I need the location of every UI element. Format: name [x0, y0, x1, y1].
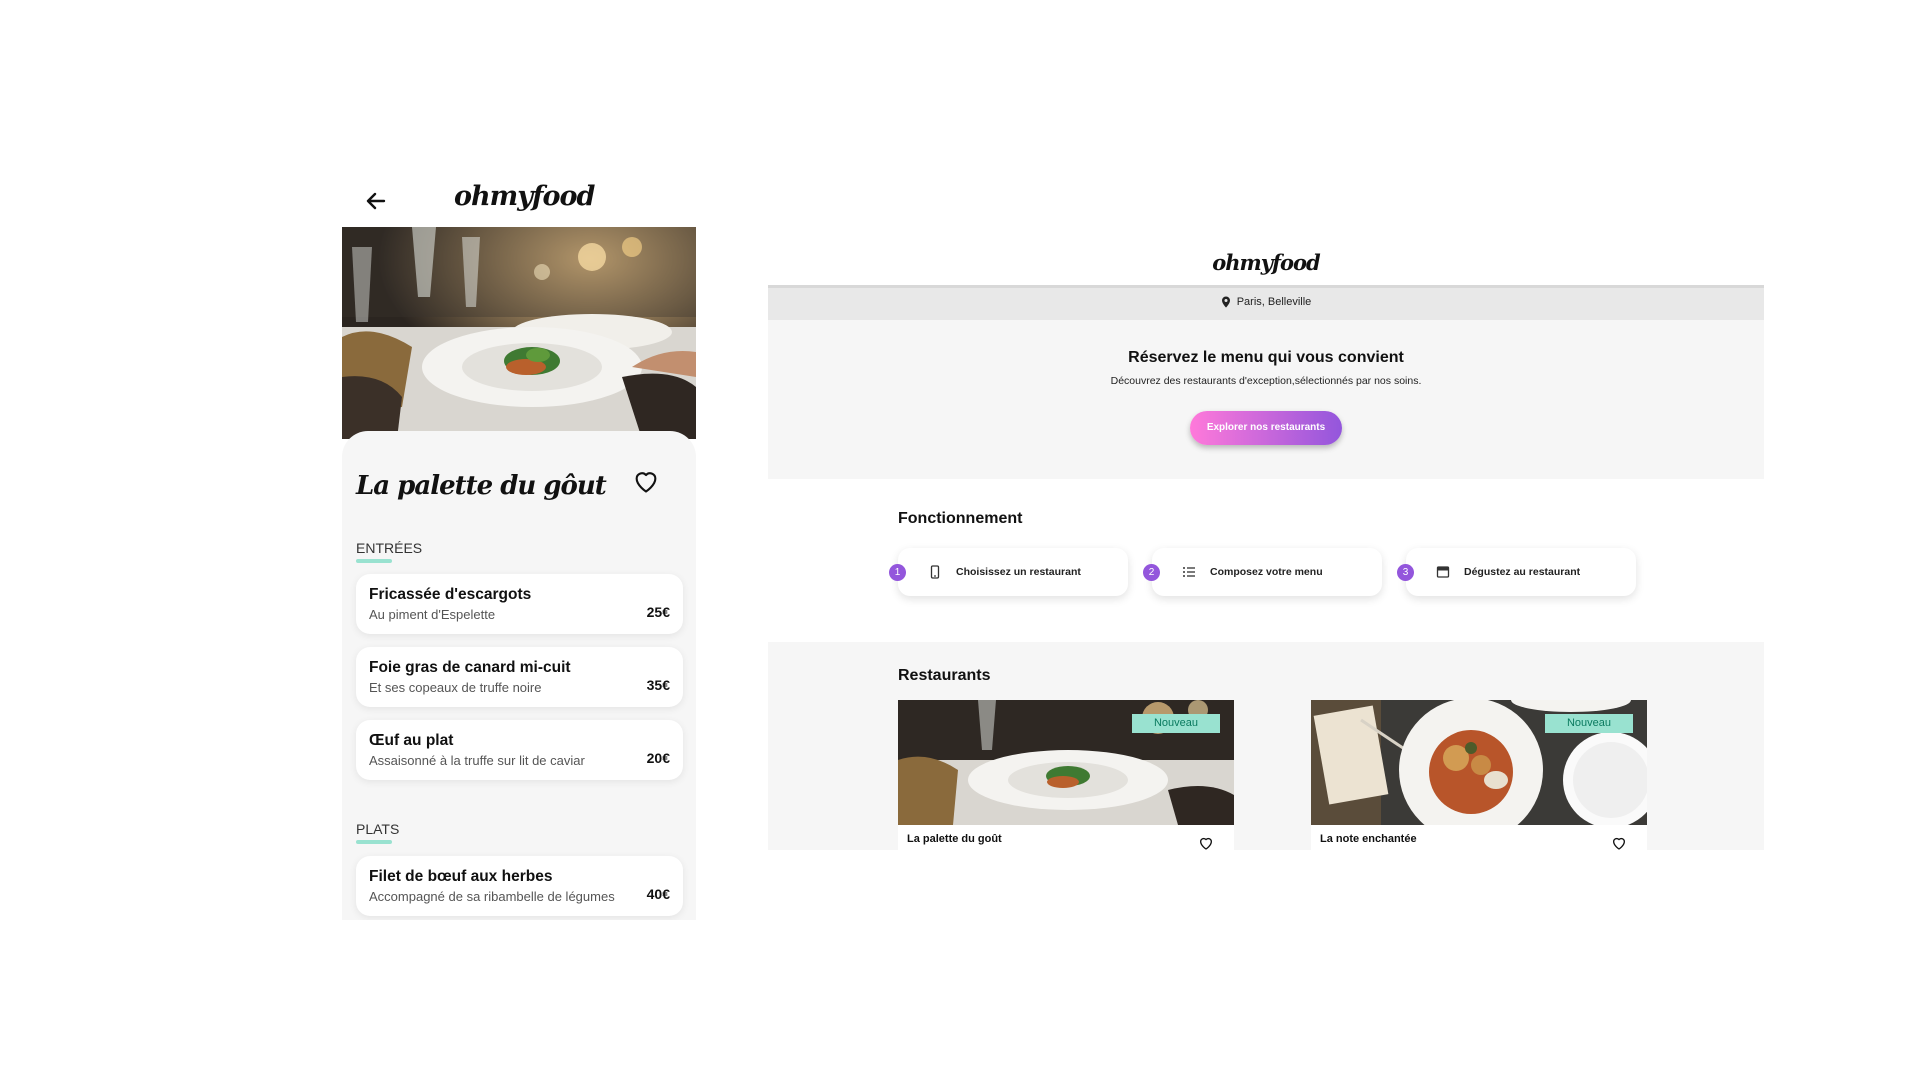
heart-icon[interactable]	[1611, 835, 1627, 850]
step-number: 1	[889, 564, 906, 581]
restaurants-title: Restaurants	[898, 667, 991, 684]
dish-name: Œuf au plat	[369, 732, 454, 749]
list-icon	[1183, 567, 1195, 577]
restaurant-hero-image	[342, 227, 696, 439]
dish-price: 35€	[646, 677, 670, 693]
menu-item[interactable]: Œuf au plat Assaisonné à la truffe sur l…	[356, 720, 683, 780]
dish-price: 20€	[646, 750, 670, 766]
step-number: 2	[1143, 564, 1160, 581]
dish-price: 25€	[646, 604, 670, 620]
dish-name: Fricassée d'escargots	[369, 586, 532, 603]
heart-icon[interactable]	[632, 467, 660, 495]
location-pin-icon	[1221, 296, 1230, 308]
dish-name: Foie gras de canard mi-cuit	[369, 659, 571, 676]
step-card: 2 Composez votre menu	[1143, 548, 1382, 596]
dish-description: Et ses copeaux de truffe noire	[369, 680, 542, 695]
mobile-mockup: ohmyfood La palette du gôut ENTRÉES Fric…	[342, 175, 696, 920]
location-bar: Paris, Belleville	[768, 285, 1764, 320]
desktop-mockup: ohmyfood Paris, Belleville Réservez le m…	[768, 240, 1764, 850]
hero-subtitle: Découvrez des restaurants d'exception,sé…	[1110, 375, 1422, 387]
new-badge: Nouveau	[1132, 714, 1220, 733]
dish-price: 40€	[646, 886, 670, 902]
dish-description: Assaisonné à la truffe sur lit de caviar	[369, 753, 585, 768]
mobile-phone-icon	[930, 565, 940, 579]
how-it-works-title: Fonctionnement	[898, 510, 1023, 527]
step-card: 1 Choisissez un restaurant	[889, 548, 1128, 596]
back-arrow-icon[interactable]	[364, 189, 388, 213]
menu-item[interactable]: Filet de bœuf aux herbes Accompagné de s…	[356, 856, 683, 916]
dish-description: Au piment d'Espelette	[369, 607, 496, 622]
step-label: Choisissez un restaurant	[956, 566, 1081, 578]
restaurant-card[interactable]: Nouveau La palette du goût	[898, 700, 1234, 850]
restaurant-card[interactable]: Nouveau La note enchantée	[1311, 700, 1647, 850]
step-number: 3	[1397, 564, 1414, 581]
menu-item[interactable]: Foie gras de canard mi-cuit Et ses copea…	[356, 647, 683, 707]
store-icon	[1436, 566, 1450, 578]
step-card: 3 Dégustez au restaurant	[1397, 548, 1636, 596]
step-label: Dégustez au restaurant	[1464, 566, 1581, 578]
location-text[interactable]: Paris, Belleville	[1237, 296, 1312, 308]
section-title-plats: PLATS	[356, 821, 400, 837]
new-badge: Nouveau	[1545, 714, 1633, 733]
section-title-entrees: ENTRÉES	[356, 540, 423, 556]
menu-item[interactable]: Fricassée d'escargots Au piment d'Espele…	[356, 574, 683, 634]
dish-description: Accompagné de sa ribambelle de légumes	[369, 889, 615, 904]
mobile-header: ohmyfood	[342, 175, 696, 227]
menu-sheet: La palette du gôut ENTRÉES Fricassée d'e…	[342, 431, 696, 920]
section-underline	[356, 840, 392, 844]
restaurant-title: La palette du gôut	[356, 471, 607, 501]
dish-name: Filet de bœuf aux herbes	[369, 868, 553, 885]
desktop-logo[interactable]: ohmyfood	[768, 250, 1764, 275]
mobile-logo[interactable]: ohmyfood	[454, 181, 595, 212]
section-underline	[356, 559, 392, 563]
heart-icon[interactable]	[1198, 835, 1214, 850]
restaurant-name: La note enchantée	[1320, 833, 1417, 845]
hero-section: Réservez le menu qui vous convient Décou…	[768, 320, 1764, 479]
hero-title: Réservez le menu qui vous convient	[1128, 349, 1404, 366]
explore-restaurants-button[interactable]: Explorer nos restaurants	[1190, 411, 1342, 445]
restaurant-name: La palette du goût	[907, 833, 1002, 845]
step-label: Composez votre menu	[1210, 566, 1323, 578]
